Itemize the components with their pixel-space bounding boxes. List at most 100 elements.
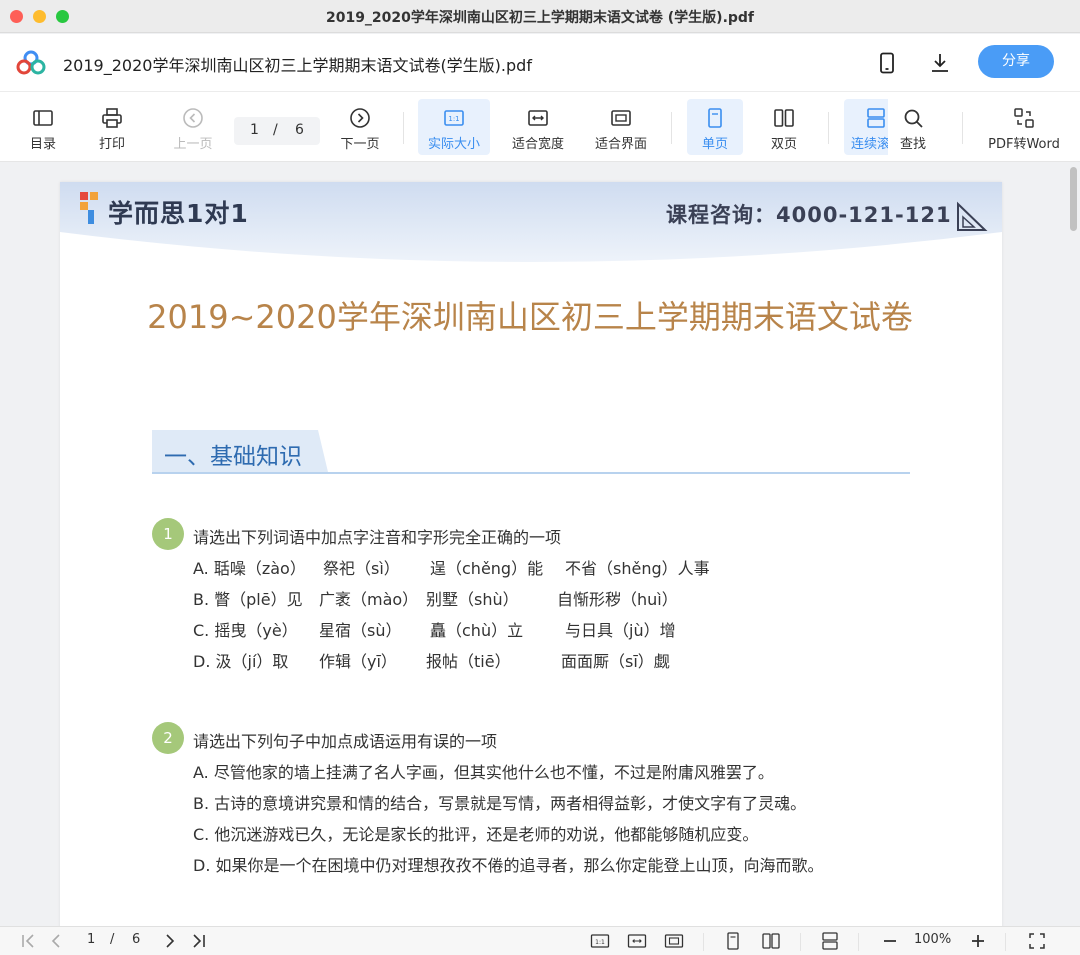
- chevron-right-icon[interactable]: [162, 931, 178, 951]
- option-c-item: C. 摇曳（yè）: [193, 621, 298, 640]
- document-viewer[interactable]: 学而思1对1 课程咨询：4000-121-121 2019~2020学年深圳南山…: [0, 163, 1080, 926]
- option-b: B. 古诗的意境讲究景和情的结合，写景就是写情，两者相得益彰，才使文字有了灵魂。: [193, 794, 807, 813]
- option-a-item: 祭祀（sì）: [323, 559, 400, 578]
- double-page-icon[interactable]: [761, 931, 781, 951]
- option-a-item: 不省（shěng）人事: [565, 559, 710, 578]
- actual-size-label: 实际大小: [427, 137, 480, 152]
- continuous-scroll-button[interactable]: 连续滚: [844, 99, 888, 155]
- option-b-item: 自惭形秽（huì）: [557, 590, 678, 609]
- app-header: 2019_2020学年深圳南山区初三上学期期末语文试卷(学生版).pdf 分享: [0, 34, 1080, 92]
- section-header: 一、基础知识: [152, 430, 332, 472]
- search-icon: [904, 109, 923, 128]
- toc-label: 目录: [29, 137, 56, 152]
- option-b-item: 别墅（shù）: [426, 590, 519, 609]
- section-underline: [152, 472, 910, 474]
- download-icon[interactable]: [928, 51, 952, 75]
- actual-size-button[interactable]: 1:1 实际大小: [418, 99, 490, 155]
- mobile-icon[interactable]: [875, 51, 899, 75]
- toolbar: 目录 打印 上一页 1 / 6 下一页 1:1 实际大小 适合宽度 适合界面 单…: [0, 92, 1080, 162]
- question-stem: 请选出下列句子中加点成语运用有误的一项: [193, 732, 498, 751]
- convert-icon: [1014, 108, 1034, 128]
- fit-width-icon: [528, 110, 548, 126]
- pdf-to-word-button[interactable]: PDF转Word: [984, 99, 1064, 155]
- prev-page-button[interactable]: 上一页: [168, 99, 218, 155]
- next-page-label: 下一页: [340, 137, 380, 152]
- option-d-item: 报帖（tiē）: [426, 652, 511, 671]
- fit-page-icon[interactable]: [664, 931, 684, 951]
- chevron-left-icon[interactable]: [48, 931, 64, 951]
- bottom-divider: [800, 933, 801, 951]
- last-page-icon[interactable]: [190, 931, 208, 951]
- first-page-icon[interactable]: [20, 931, 38, 951]
- continuous-scroll-icon[interactable]: [820, 931, 840, 951]
- option-d: D. 如果你是一个在困境中仍对理想孜孜不倦的追寻者，那么你定能登上山顶，向海而歌…: [193, 856, 824, 875]
- bottom-divider: [858, 933, 859, 951]
- double-page-label: 双页: [770, 137, 797, 152]
- bottom-divider: [703, 933, 704, 951]
- circle-chevron-left-icon: [183, 108, 203, 128]
- svg-text:1:1: 1:1: [448, 115, 459, 123]
- printer-icon: [102, 108, 122, 128]
- page-number-input[interactable]: 1 / 6: [234, 117, 320, 145]
- actual-size-icon: 1:1: [444, 110, 464, 126]
- fullscreen-icon[interactable]: [1028, 931, 1046, 951]
- continuous-scroll-label: 连续滚: [851, 137, 888, 152]
- option-a-item: A. 聒噪（zào）: [193, 559, 306, 578]
- toolbar-divider: [828, 112, 829, 144]
- vertical-scrollbar[interactable]: [1068, 163, 1078, 926]
- question-stem: 请选出下列词语中加点字注音和字形完全正确的一项: [193, 528, 562, 547]
- pdf-page: 学而思1对1 课程咨询：4000-121-121 2019~2020学年深圳南山…: [60, 182, 1002, 926]
- fit-width-label: 适合宽度: [511, 137, 564, 152]
- print-button[interactable]: 打印: [91, 99, 133, 155]
- app-logo-icon: [16, 50, 46, 75]
- bottom-total-pages: 6: [132, 932, 141, 947]
- current-page: 1: [250, 122, 259, 138]
- app-window: 2019_2020学年深圳南山区初三上学期期末语文试卷 (学生版).pdf 20…: [0, 0, 1080, 955]
- next-page-button[interactable]: 下一页: [335, 99, 385, 155]
- option-d-item: D. 汲（jí）取: [193, 652, 289, 671]
- zoom-out-icon[interactable]: [881, 931, 899, 951]
- toc-button[interactable]: 目录: [22, 99, 64, 155]
- section-title: 一、基础知识: [164, 444, 302, 470]
- pdf-to-word-label: PDF转Word: [988, 137, 1060, 152]
- document-title: 2019~2020学年深圳南山区初三上学期期末语文试卷: [147, 298, 913, 336]
- option-d-item: 作辑（yī）: [319, 652, 397, 671]
- bottom-divider: [1005, 933, 1006, 951]
- fit-page-button[interactable]: 适合界面: [588, 99, 654, 155]
- single-page-button[interactable]: 单页: [687, 99, 743, 155]
- scrollbar-thumb[interactable]: [1070, 167, 1077, 231]
- zoom-level: 100%: [914, 932, 952, 947]
- toolbar-divider: [671, 112, 672, 144]
- bottom-current-page: 1: [87, 932, 96, 947]
- share-button[interactable]: 分享: [978, 45, 1054, 78]
- total-pages: 6: [295, 122, 304, 138]
- double-page-icon: [774, 109, 794, 127]
- find-label: 查找: [899, 137, 926, 152]
- prev-page-label: 上一页: [173, 137, 213, 152]
- option-b-item: 广袤（mào）: [319, 590, 419, 609]
- print-label: 打印: [98, 137, 125, 152]
- title-bar: 2019_2020学年深圳南山区初三上学期期末语文试卷 (学生版).pdf: [0, 0, 1080, 33]
- window-title: 2019_2020学年深圳南山区初三上学期期末语文试卷 (学生版).pdf: [325, 10, 755, 26]
- actual-size-icon[interactable]: 1:1: [590, 931, 610, 951]
- single-page-icon[interactable]: [724, 931, 742, 951]
- fit-page-icon: [611, 110, 631, 126]
- zoom-in-icon[interactable]: [969, 931, 987, 951]
- option-c-item: 矗（chù）立: [430, 621, 524, 640]
- double-page-button[interactable]: 双页: [758, 99, 810, 155]
- toolbar-divider: [403, 112, 404, 144]
- find-button[interactable]: 查找: [892, 99, 934, 155]
- question-number-badge: 2: [152, 722, 184, 754]
- bottom-page-separator: /: [110, 932, 115, 947]
- option-a: A. 尽管他家的墙上挂满了名人字画，但其实他什么也不懂，不过是附庸风雅罢了。: [193, 763, 774, 782]
- continuous-scroll-icon: [867, 108, 885, 128]
- option-c-item: 星宿（sù）: [319, 621, 402, 640]
- bottom-bar: 1 / 6 1:1 100%: [0, 926, 1080, 955]
- consult-hotline: 课程咨询：4000-121-121: [666, 203, 952, 227]
- option-a-item: 逞（chěng）能: [430, 559, 544, 578]
- single-page-label: 单页: [701, 137, 728, 152]
- question-number-badge: 1: [152, 518, 184, 550]
- svg-text:1:1: 1:1: [595, 939, 605, 946]
- fit-width-button[interactable]: 适合宽度: [505, 99, 571, 155]
- fit-width-icon[interactable]: [627, 931, 647, 951]
